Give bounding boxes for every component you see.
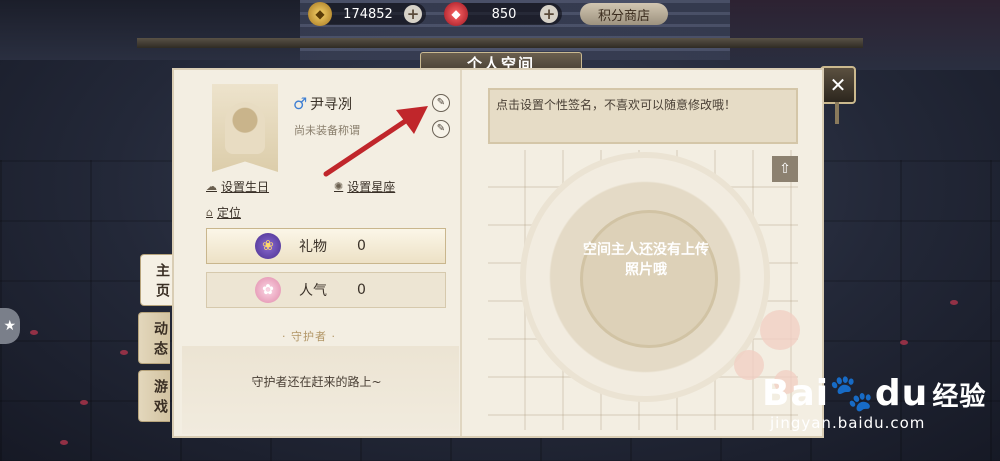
location-label: 定位 [216, 206, 241, 220]
add-gold-button[interactable]: + [404, 5, 422, 23]
gem-resource: ◆ 850 + [444, 2, 562, 26]
personal-space-panel: ♂ 尹寻冽 尚未装备称谓 ✎ ✎ ☁ 设置生日 ✺ 设置星座 ⌂ 定位 ❀ 礼物… [172, 68, 824, 438]
gold-value: 174852 [343, 6, 393, 22]
lantern-tassel [835, 102, 839, 124]
annotation-arrow [323, 106, 428, 177]
gift-row[interactable]: ❀ 礼物 0 [206, 228, 446, 264]
set-constellation-link[interactable]: ✺ 设置星座 [334, 178, 395, 195]
gold-ingot-icon: ◆ [308, 2, 332, 26]
gem-value: 850 [491, 6, 517, 22]
petal [900, 340, 908, 345]
background-wall-right [730, 0, 1000, 70]
petal [950, 300, 958, 305]
blossom-decoration [734, 350, 764, 380]
guardian-message: 守护者还在赶来的路上~ [251, 375, 382, 389]
panel-title-bar [137, 38, 863, 48]
watermark-brand-cn: 经验 [932, 382, 987, 412]
pavilion-icon: ⌂ [206, 206, 213, 219]
set-birthday-label: 设置生日 [221, 180, 270, 194]
petal [30, 330, 38, 335]
male-icon: ♂ [293, 94, 308, 113]
petal [60, 440, 68, 445]
cake-icon: ☁ [206, 180, 217, 193]
edit-name-brush-icon[interactable]: ✎ [432, 94, 450, 112]
avatar-frame[interactable] [212, 84, 278, 172]
avatar [225, 102, 265, 154]
side-menu-handle[interactable]: ★ [0, 308, 20, 344]
signature-field[interactable]: 点击设置个性签名，不喜欢可以随意修改哦！ [488, 88, 798, 144]
popularity-row[interactable]: ✿ 人气 0 [206, 272, 446, 308]
resource-bar: ◆ 174852 + ◆ 850 + 积分商店 [308, 2, 669, 26]
popularity-count: 0 [357, 282, 366, 298]
guardian-title-text: 守护者 [291, 330, 327, 343]
watermark-brand: Bai [762, 373, 830, 414]
set-constellation-label: 设置星座 [347, 180, 396, 194]
petal [120, 350, 128, 355]
blossom-decoration [760, 310, 800, 350]
ruby-icon: ◆ [444, 2, 468, 26]
flower-icon: ✿ [255, 277, 281, 303]
tab-home[interactable]: 主页 [140, 254, 172, 306]
upload-icon[interactable]: ⇧ [772, 156, 798, 182]
tab-feed[interactable]: 动态 [138, 312, 170, 364]
location-link[interactable]: ⌂ 定位 [206, 204, 241, 221]
close-button[interactable]: ✕ [820, 66, 856, 104]
baidu-watermark: Bai🐾du 经验 [762, 372, 986, 414]
gift-count: 0 [357, 238, 366, 254]
petal [80, 400, 88, 405]
popularity-label: 人气 [299, 283, 327, 299]
gift-label: 礼物 [299, 239, 327, 255]
watermark-brand-2: du [874, 373, 929, 414]
watermark-url: jingyan.baidu.com [770, 414, 926, 432]
gold-resource: ◆ 174852 + [308, 2, 426, 26]
gift-bag-icon: ❀ [255, 233, 281, 259]
set-birthday-link[interactable]: ☁ 设置生日 [206, 178, 269, 195]
empty-photo-message: 空间主人还没有上传照片哦 [583, 242, 709, 278]
sun-icon: ✺ [334, 180, 344, 193]
column-divider [460, 70, 462, 436]
guardian-area [182, 346, 459, 434]
points-shop-button[interactable]: 积分商店 [580, 3, 669, 25]
paw-icon: 🐾 [829, 373, 875, 414]
add-gem-button[interactable]: + [540, 5, 558, 23]
guardian-title: · 守护者 · [282, 330, 336, 343]
tab-games[interactable]: 游戏 [138, 370, 170, 422]
background-wall [0, 0, 300, 60]
edit-title-brush-icon[interactable]: ✎ [432, 120, 450, 138]
